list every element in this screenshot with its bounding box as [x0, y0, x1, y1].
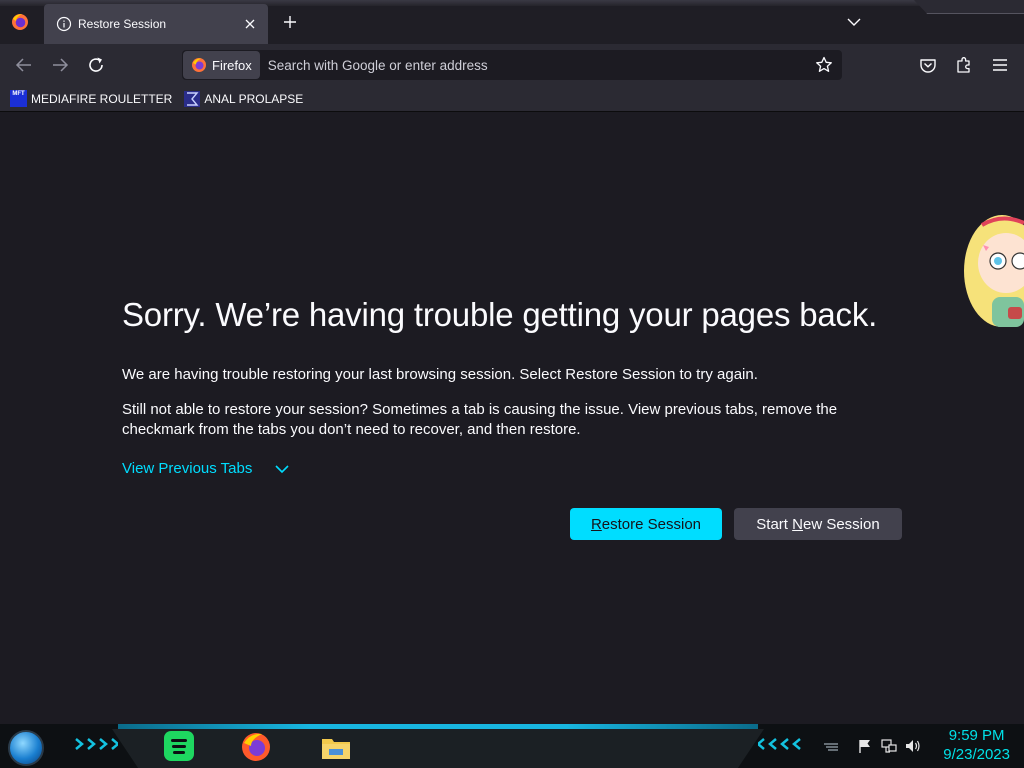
bookmarks-toolbar: MFT MEDIAFIRE ROULETTER ANAL PROLAPSE [0, 86, 1024, 112]
firefox-icon [242, 733, 270, 761]
spotify-taskbar-button[interactable] [164, 731, 196, 763]
firefox-taskbar-button[interactable] [240, 731, 272, 763]
error-help-text: Still not able to restore your session? … [122, 401, 838, 438]
system-clock[interactable]: 9:59 PM 9/23/2023 [943, 727, 1010, 765]
close-icon[interactable] [242, 16, 258, 32]
info-icon [56, 16, 72, 32]
error-description: We are having trouble restoring your las… [122, 366, 758, 383]
start-new-session-label: Start New Session [756, 515, 880, 533]
taskbar-chevrons-decoration [758, 738, 801, 750]
window-frame-corner-decoration [914, 0, 1024, 14]
taskbar-glow-decoration [118, 724, 758, 729]
action-center-flag-icon[interactable] [856, 738, 874, 754]
network-icon[interactable] [880, 738, 898, 754]
bookmark-label: MEDIAFIRE ROULETTER [31, 91, 173, 106]
file-explorer-icon [322, 739, 350, 759]
start-new-session-button[interactable]: Start New Session [734, 508, 902, 540]
access-key: N [792, 515, 803, 533]
pocket-icon[interactable] [918, 55, 938, 75]
bookmark-label: ANAL PROLAPSE [204, 91, 304, 106]
cartoon-character-sticker [964, 215, 1024, 327]
chevron-down-icon[interactable] [844, 12, 864, 32]
mediafire-roulette-favicon-icon: MFT [10, 90, 27, 107]
identity-box[interactable]: Firefox [183, 51, 260, 79]
taskbar-chevrons-decoration [75, 738, 118, 750]
firefox-view-icon[interactable] [10, 12, 30, 32]
start-button[interactable] [8, 730, 44, 766]
page-title: Sorry. We’re having trouble getting your… [122, 296, 878, 333]
taskbar-plate-decoration [112, 729, 764, 768]
chevron-down-icon [275, 464, 289, 473]
access-key: R [590, 515, 602, 533]
clock-date: 9/23/2023 [943, 746, 1010, 763]
view-previous-tabs-label: View Previous Tabs [122, 460, 253, 477]
view-previous-tabs-toggle[interactable]: View Previous Tabs [122, 460, 290, 477]
restore-session-button[interactable]: Restore Session [570, 508, 722, 540]
show-hidden-icons-icon[interactable] [822, 738, 840, 754]
tab-restore-session[interactable]: Restore Session [44, 4, 268, 44]
bookmark-anal-prolapse[interactable]: ANAL PROLAPSE [184, 90, 304, 107]
sigma-favicon-icon [184, 90, 201, 107]
forward-arrow-icon[interactable] [49, 54, 71, 76]
bookmark-star-icon[interactable] [814, 55, 834, 75]
extensions-puzzle-icon[interactable] [954, 55, 974, 75]
firefox-logo-icon [192, 58, 206, 72]
tab-strip: Restore Session [0, 0, 1024, 44]
spotify-icon [164, 731, 194, 761]
bookmark-mediafire-rouletter[interactable]: MFT MEDIAFIRE ROULETTER [10, 90, 172, 107]
address-bar[interactable]: Firefox [182, 50, 842, 80]
tab-title: Restore Session [78, 17, 167, 31]
restore-session-label: Restore Session [590, 515, 702, 533]
new-tab-plus-icon[interactable] [280, 12, 300, 32]
session-restore-page: Sorry. We’re having trouble getting your… [0, 113, 1024, 724]
reload-icon[interactable] [85, 54, 107, 76]
identity-label: Firefox [212, 57, 252, 73]
file-explorer-taskbar-button[interactable] [320, 731, 352, 763]
url-input[interactable] [267, 51, 814, 79]
navigation-toolbar: Firefox [0, 44, 1024, 86]
back-arrow-icon[interactable] [13, 54, 35, 76]
clock-time: 9:59 PM [948, 727, 1005, 744]
hamburger-menu-icon[interactable] [990, 55, 1010, 75]
volume-icon[interactable] [904, 738, 922, 754]
